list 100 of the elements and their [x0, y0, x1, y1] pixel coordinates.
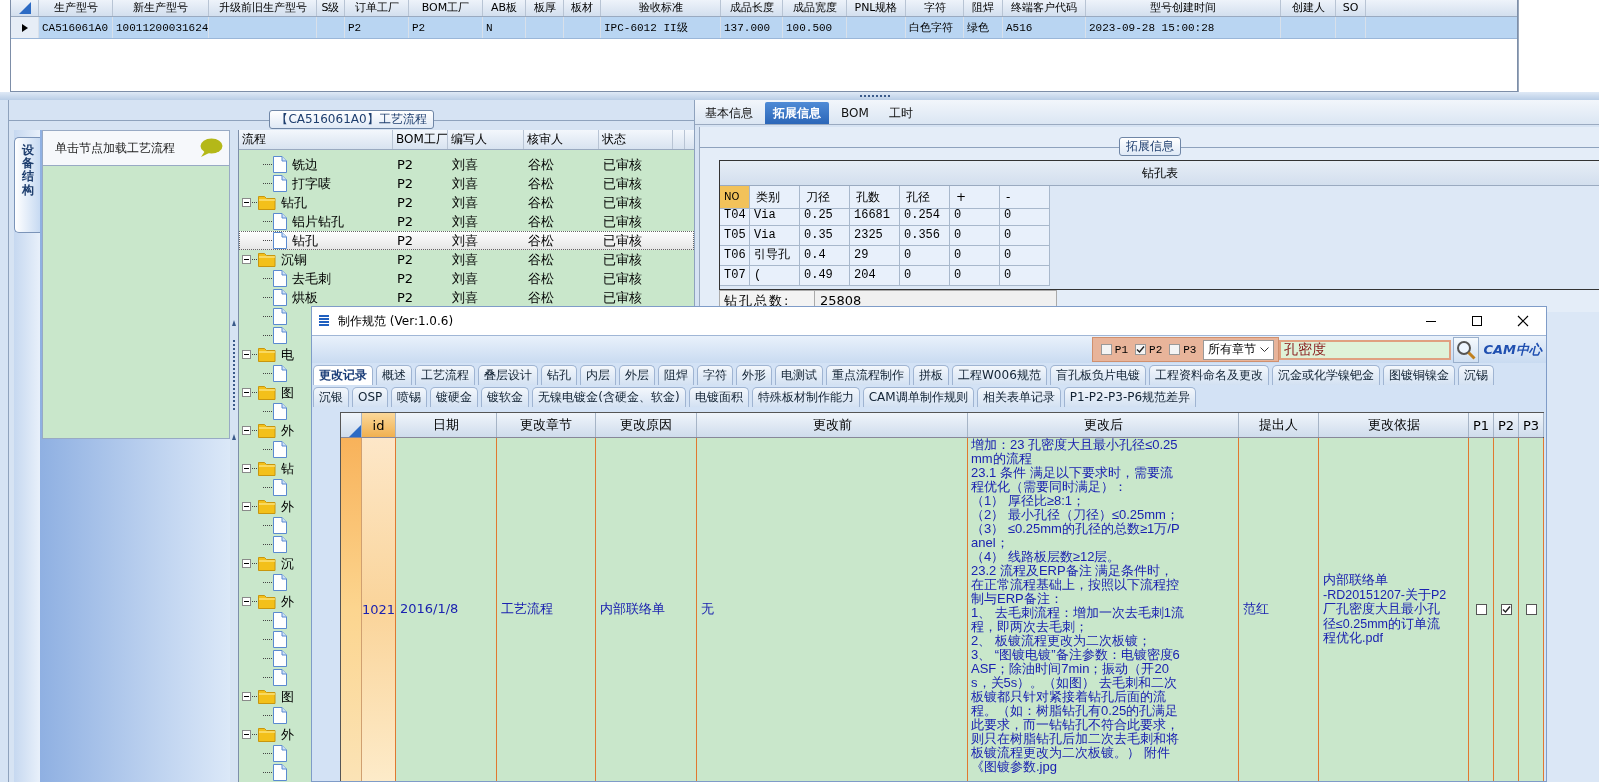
- table-cell: 0: [950, 246, 1000, 266]
- table-cell-text: P2: [412, 20, 426, 36]
- table-cell: T07: [720, 266, 750, 286]
- window-title: 制作规范 (Ver:1.0.6): [338, 312, 454, 330]
- cell-paragraph: 23.1 条件 满足以下要求时，需要流程优化（需要同时满足）：: [971, 466, 1174, 494]
- dropdown-value: 所有章节: [1208, 341, 1257, 358]
- table-cell-text: 2023-09-28 15:00:28: [1089, 20, 1215, 36]
- table-cell: 刘喜: [452, 174, 478, 193]
- table-cell-text: A516: [1006, 20, 1033, 36]
- table-cell: 0.25: [800, 206, 850, 226]
- tree-label: 铣边: [292, 155, 318, 174]
- tree-label: 钻孔: [292, 231, 318, 250]
- table-cell: 0: [900, 266, 950, 286]
- table-cell: 已审核: [603, 212, 642, 231]
- table-cell: 0: [900, 246, 950, 266]
- table-cell: T04: [720, 206, 750, 226]
- cell-paragraph: （4） 线路板层数≥12层。: [971, 550, 1121, 564]
- table-cell: P2: [397, 252, 414, 267]
- table-cell-text: 白色字符: [909, 20, 953, 36]
- table-cell: Via: [750, 206, 800, 226]
- table-cell: P2: [397, 176, 414, 191]
- cell-paragraph: 3、 “图镀电镀”备注参数：电镀密度6ASF；除油时间7min；振动（开20s，关5s）。（如图） 去毛刺和二次板镀都只针对紧接着钻孔后面的流程。（如：树脂钻孔有0.25的孔满足此要求，而一钻钻孔不符合此要求，则只在树脂钻孔后加二次去毛刺和将板镀流程更改为二次板镀。） 附件《图镀参数.jpg: [971, 648, 1181, 774]
- table-cell: 0.254: [900, 206, 950, 226]
- table-cell: P2: [397, 290, 414, 305]
- table-cell: 0.356: [900, 226, 950, 246]
- table-cell: 0: [950, 206, 1000, 226]
- table-cell: 谷松: [528, 155, 554, 174]
- table-cell: 0.35: [800, 226, 850, 246]
- table-cell: 引导孔: [750, 246, 800, 266]
- logo-text: CAM中心: [1483, 340, 1542, 359]
- tree-label: 图: [281, 383, 294, 402]
- tree-label: 外: [281, 592, 294, 611]
- table-cell: 0: [950, 266, 1000, 286]
- table-cell: P2: [397, 271, 414, 286]
- table-cell: 0: [1000, 246, 1050, 266]
- tree-label: 外: [281, 725, 294, 744]
- cell-paragraph: （1） 厚径比≥8:1；: [971, 494, 1087, 508]
- table-cell-text: 绿色: [967, 20, 989, 36]
- table-cell: 谷松: [528, 269, 554, 288]
- table-cell-text: CA516061A0: [42, 20, 108, 36]
- table-cell: 0.49: [800, 266, 850, 286]
- table-cell: 0.4: [800, 246, 850, 266]
- table-cell: 刘喜: [452, 288, 478, 307]
- table-cell: 刘喜: [452, 193, 478, 212]
- table-cell: 刘喜: [452, 250, 478, 269]
- table-cell: 谷松: [528, 212, 554, 231]
- table-cell-text: 137.000: [724, 20, 771, 36]
- table-cell: 已审核: [603, 231, 642, 250]
- group-title: 拓展信息: [1118, 137, 1181, 156]
- tree-label: 烘板: [292, 288, 318, 307]
- table-cell: 内部联络单: [600, 602, 665, 617]
- table-cell: 0: [1000, 206, 1050, 226]
- table-cell: 0: [1000, 226, 1050, 246]
- table-cell: 刘喜: [452, 269, 478, 288]
- table-cell: 204: [850, 266, 900, 286]
- cell-paragraph: 23.2 流程及ERP备注 满足条件时，在正常流程基础上，按照以下流程控制与ERP备注：: [971, 564, 1180, 606]
- table-cell: 29: [850, 246, 900, 266]
- table-cell: P2: [397, 214, 414, 229]
- table-cell-text: IPC-6012 II级: [604, 20, 688, 36]
- checkbox-label: P2: [1149, 343, 1163, 356]
- table-cell: 谷松: [528, 288, 554, 307]
- table-cell: 已审核: [603, 193, 642, 212]
- table-cell-text: 内部联络单 -RD20151207-关于P2厂孔密度大且最小孔径≤0.25mm的订单流程优化.pdf: [1323, 573, 1448, 646]
- cell-paragraph: （2） 最小孔径（刀径）≤0.25mm；: [971, 508, 1180, 522]
- table-cell-text: 10011200031624: [116, 20, 208, 36]
- tree-label: 外: [281, 421, 294, 440]
- table-cell: 已审核: [603, 174, 642, 193]
- table-cell: 范红: [1243, 602, 1269, 617]
- cell-paragraph: 2、 板镀流程更改为二次板镀；: [971, 634, 1151, 648]
- table-cell: 2016/1/8: [400, 602, 459, 617]
- table-cell: 刘喜: [452, 155, 478, 174]
- table-cell: 刘喜: [452, 231, 478, 250]
- cell-paragraph: （3） ≤0.25mm的孔径的总数≥1万/Panel；: [971, 522, 1181, 550]
- tree-label: 打字唛: [292, 174, 331, 193]
- table-cell: 已审核: [603, 288, 642, 307]
- table-cell: 工艺流程: [501, 602, 553, 617]
- group-title: 【CA516061A0】工艺流程: [269, 110, 434, 129]
- table-cell: 2325: [850, 226, 900, 246]
- table-cell: Via: [750, 226, 800, 246]
- table-cell: 谷松: [528, 193, 554, 212]
- table-cell: 已审核: [603, 269, 642, 288]
- table-cell: T05: [720, 226, 750, 246]
- table-cell: 谷松: [528, 174, 554, 193]
- checkbox-label: P1: [1114, 343, 1129, 356]
- hint-text: 单击节点加载工艺流程: [55, 139, 175, 157]
- table-cell: P2: [397, 157, 414, 172]
- tree-label: 沉铜: [281, 250, 307, 269]
- table-cell: 已审核: [603, 250, 642, 269]
- checkbox-label: P3: [1183, 343, 1197, 356]
- table-cell-text: 100.500: [786, 20, 833, 36]
- tree-label: 钻孔: [281, 193, 307, 212]
- table-cell: P2: [397, 233, 414, 248]
- tree-label: 钻: [281, 459, 294, 478]
- tree-label: 图: [281, 687, 294, 706]
- table-cell: (: [750, 266, 800, 286]
- table-cell: P2: [397, 195, 414, 210]
- table-cell: 0: [950, 226, 1000, 246]
- tree-label: 铝片钻孔: [292, 212, 344, 231]
- table-cell: 谷松: [528, 231, 554, 250]
- table-cell: 16681: [850, 206, 900, 226]
